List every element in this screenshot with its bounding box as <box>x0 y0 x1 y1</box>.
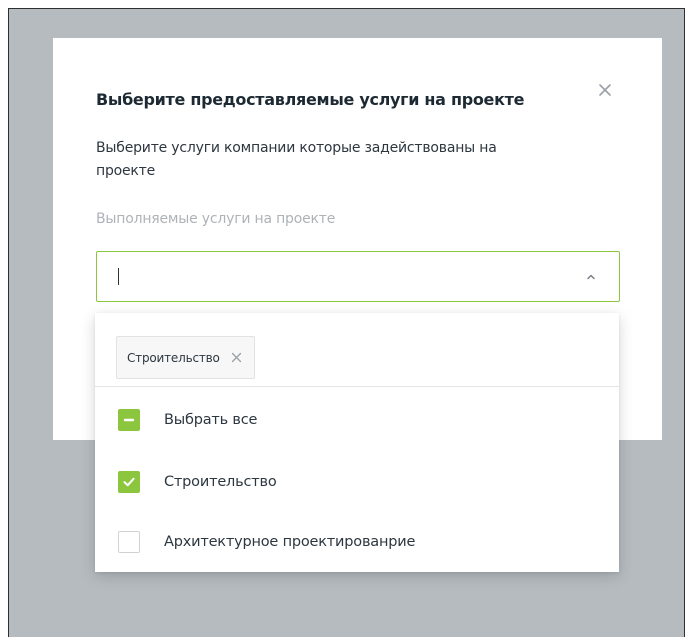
close-icon <box>599 84 611 96</box>
services-field-label: Выполняемые услуги на проекте <box>96 211 336 227</box>
services-dropdown: Строительство Выбрать все Строительство … <box>95 313 619 572</box>
modal-title: Выберите предоставляемые услуги на проек… <box>96 90 525 109</box>
chip-label: Строительство <box>127 350 220 365</box>
option-label: Выбрать все <box>164 412 258 428</box>
option-label: Архитектурное проектированрие <box>164 534 416 550</box>
check-icon <box>123 477 135 487</box>
selected-chip: Строительство <box>116 336 255 379</box>
services-select-input[interactable] <box>96 251 620 302</box>
checkbox-unchecked[interactable] <box>118 531 140 553</box>
close-button[interactable] <box>593 78 617 102</box>
minus-icon <box>123 418 135 422</box>
selected-chips: Строительство <box>95 313 619 387</box>
option-label: Строительство <box>164 474 277 490</box>
chip-remove-button[interactable] <box>230 351 244 365</box>
text-cursor <box>118 268 119 285</box>
chevron-up-icon[interactable] <box>585 272 597 282</box>
option-select-all[interactable]: Выбрать все <box>95 393 619 447</box>
option-construction[interactable]: Строительство <box>95 455 619 509</box>
close-icon <box>232 352 242 363</box>
checkbox-indeterminate[interactable] <box>118 409 140 431</box>
modal-description: Выберите услуги компании которые задейст… <box>96 140 497 179</box>
checkbox-checked[interactable] <box>118 471 140 493</box>
option-architectural-design[interactable]: Архитектурное проектированрие <box>95 515 619 569</box>
